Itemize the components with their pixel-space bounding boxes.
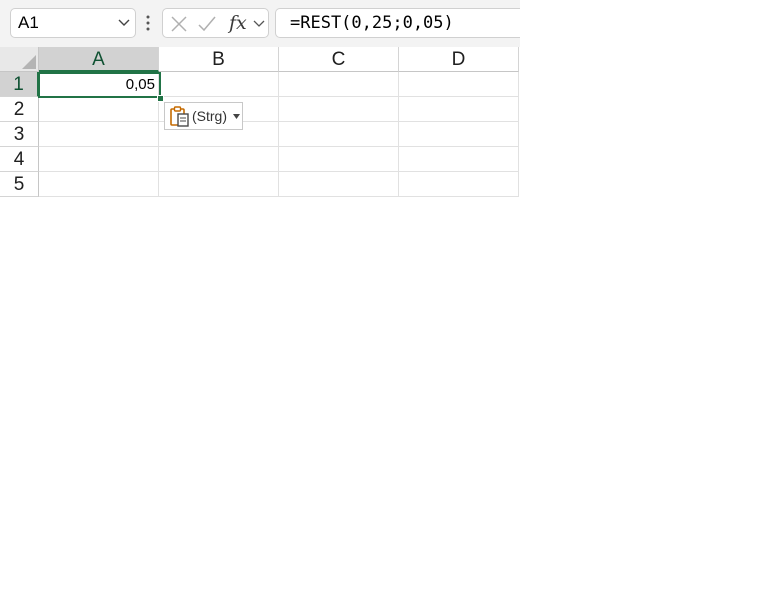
paste-options-button[interactable]: (Strg) [164, 102, 243, 130]
row-header-1[interactable]: 1 [0, 72, 39, 97]
cell-b4[interactable] [159, 147, 279, 172]
formula-input[interactable]: =REST(0,25;0,05) [275, 8, 535, 38]
cell-d1[interactable] [399, 72, 519, 97]
row-header-5[interactable]: 5 [0, 172, 39, 197]
blank-area [520, 0, 774, 47]
select-all-button[interactable] [0, 47, 39, 72]
column-header-b[interactable]: B [159, 47, 279, 72]
formula-text: =REST(0,25;0,05) [290, 13, 454, 33]
chevron-down-icon[interactable] [117, 18, 131, 28]
row-header-4[interactable]: 4 [0, 147, 39, 172]
insert-function-button[interactable]: fx [229, 11, 247, 35]
checkmark-icon[interactable] [197, 15, 217, 33]
spreadsheet-window: A1 fx =REST(0,25;0,05) A B C D 1 2 3 4 5… [0, 0, 774, 613]
cell-a5[interactable] [39, 172, 159, 197]
name-box-value: A1 [18, 13, 39, 32]
column-header-a[interactable]: A [39, 47, 159, 72]
cell-d2[interactable] [399, 97, 519, 122]
worksheet-grid: A B C D 1 2 3 4 5 0,05 [0, 47, 520, 199]
paste-options-label: (Strg) [192, 108, 227, 124]
cell-c4[interactable] [279, 147, 399, 172]
column-header-d[interactable]: D [399, 47, 519, 72]
cell-d4[interactable] [399, 147, 519, 172]
cell-c2[interactable] [279, 97, 399, 122]
cell-d5[interactable] [399, 172, 519, 197]
name-box[interactable]: A1 [10, 8, 136, 38]
cell-b5[interactable] [159, 172, 279, 197]
more-options-icon[interactable] [145, 15, 151, 31]
cell-a3[interactable] [39, 122, 159, 147]
chevron-down-icon[interactable] [253, 19, 265, 28]
cell-c5[interactable] [279, 172, 399, 197]
cell-c1[interactable] [279, 72, 399, 97]
row-header-3[interactable]: 3 [0, 122, 39, 147]
cell-b1[interactable] [159, 72, 279, 97]
clipboard-paste-icon [170, 106, 189, 127]
select-all-triangle-icon [22, 55, 36, 69]
fill-handle[interactable] [157, 95, 164, 102]
cell-a2[interactable] [39, 97, 159, 122]
cell-d3[interactable] [399, 122, 519, 147]
formula-buttons: fx [162, 8, 269, 38]
cell-a4[interactable] [39, 147, 159, 172]
column-header-c[interactable]: C [279, 47, 399, 72]
cell-a1-value: 0,05 [125, 76, 155, 93]
cell-c3[interactable] [279, 122, 399, 147]
cancel-icon[interactable] [170, 15, 188, 33]
cell-a1[interactable]: 0,05 [39, 72, 159, 97]
row-header-2[interactable]: 2 [0, 97, 39, 122]
caret-down-icon [233, 114, 240, 119]
formula-bar-area: A1 fx =REST(0,25;0,05) [0, 0, 535, 47]
